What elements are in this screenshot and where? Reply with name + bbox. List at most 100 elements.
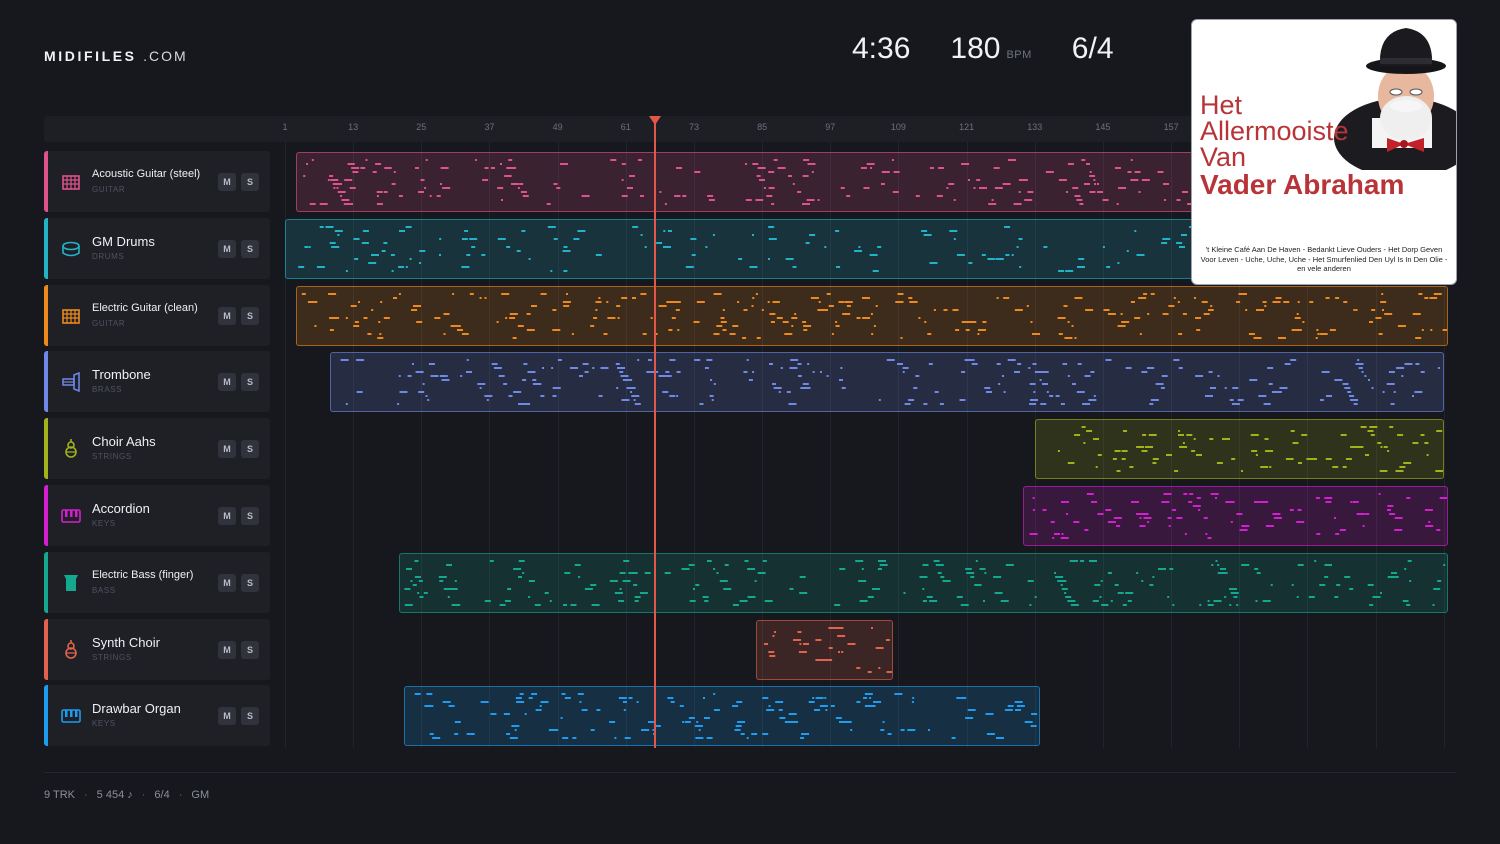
midi-note: [627, 187, 634, 189]
track-name: Choir Aahs: [92, 434, 156, 449]
solo-button[interactable]: S: [241, 173, 259, 191]
ruler-tick-label: 73: [688, 122, 699, 132]
midi-note: [1129, 466, 1134, 468]
solo-button[interactable]: S: [241, 641, 259, 659]
midi-note: [566, 293, 569, 295]
midi-note: [973, 584, 980, 586]
solo-button[interactable]: S: [241, 240, 259, 258]
midi-note: [434, 317, 441, 319]
track-header[interactable]: GM Drums DRUMS M S: [44, 218, 270, 279]
midi-note: [789, 588, 794, 590]
midi-note: [825, 709, 828, 711]
midi-note: [1000, 600, 1009, 602]
track-header[interactable]: Electric Bass (finger) BASS M S: [44, 552, 270, 613]
mute-button[interactable]: M: [218, 707, 236, 725]
midi-note: [1216, 564, 1219, 566]
midi-clip[interactable]: [1023, 486, 1448, 546]
midi-note: [751, 305, 754, 307]
midi-note: [553, 387, 562, 389]
mute-button[interactable]: M: [218, 440, 236, 458]
midi-note: [894, 693, 903, 695]
midi-note: [363, 317, 368, 319]
midi-note: [636, 701, 639, 703]
midi-note: [779, 391, 782, 393]
midi-clip[interactable]: [756, 620, 893, 680]
midi-note: [695, 737, 704, 739]
midi-note: [341, 359, 350, 361]
midi-note: [1164, 199, 1167, 201]
midi-note: [423, 383, 426, 385]
track-color-stripe: [44, 552, 48, 613]
midi-note: [762, 560, 767, 562]
midi-note: [563, 270, 568, 272]
track-header[interactable]: Accordion KEYS M S: [44, 485, 270, 546]
midi-note: [1402, 462, 1411, 464]
midi-note: [1213, 600, 1222, 602]
mute-button[interactable]: M: [218, 507, 236, 525]
midi-note: [803, 329, 808, 331]
track-header[interactable]: Acoustic Guitar (steel) GUITAR M S: [44, 151, 270, 212]
mute-button[interactable]: M: [218, 307, 236, 325]
midi-note: [1371, 309, 1376, 311]
mute-button[interactable]: M: [218, 641, 236, 659]
solo-button[interactable]: S: [241, 373, 259, 391]
midi-note: [506, 733, 511, 735]
playhead-marker-icon[interactable]: [649, 116, 661, 125]
midi-clip[interactable]: [398, 553, 1448, 613]
midi-note: [1079, 203, 1084, 205]
midi-note: [747, 596, 756, 598]
playhead[interactable]: [654, 116, 656, 748]
midi-note: [1144, 446, 1153, 448]
track-header[interactable]: Choir Aahs STRINGS M S: [44, 418, 270, 479]
midi-clip[interactable]: [296, 286, 1448, 346]
midi-note: [484, 600, 491, 602]
midi-note: [956, 697, 961, 699]
midi-note: [624, 379, 633, 381]
midi-clip[interactable]: [404, 686, 1041, 746]
site-logo[interactable]: MIDIFILES .COM: [44, 48, 188, 64]
midi-note: [577, 230, 586, 232]
mute-button[interactable]: M: [218, 173, 236, 191]
solo-button[interactable]: S: [241, 574, 259, 592]
midi-note: [929, 262, 938, 264]
track-header[interactable]: Synth Choir STRINGS M S: [44, 619, 270, 680]
midi-note: [362, 230, 369, 232]
midi-note: [1054, 576, 1063, 578]
midi-note: [1296, 521, 1305, 523]
midi-note: [1435, 470, 1442, 472]
mute-button[interactable]: M: [218, 574, 236, 592]
midi-note: [1183, 493, 1188, 495]
midi-note: [1378, 493, 1381, 495]
midi-note: [886, 639, 891, 641]
mute-button[interactable]: M: [218, 373, 236, 391]
solo-button[interactable]: S: [241, 307, 259, 325]
midi-note: [720, 317, 725, 319]
midi-note: [887, 359, 896, 361]
track-header[interactable]: Trombone BRASS M S: [44, 351, 270, 412]
mute-button[interactable]: M: [218, 240, 236, 258]
midi-note: [744, 560, 749, 562]
solo-button[interactable]: S: [241, 440, 259, 458]
midi-note: [1186, 434, 1193, 436]
midi-clip[interactable]: [330, 352, 1444, 412]
midi-note: [1178, 333, 1183, 335]
ruler-tick-label: 121: [959, 122, 975, 132]
midi-note: [1086, 163, 1091, 165]
solo-button[interactable]: S: [241, 507, 259, 525]
track-header[interactable]: Electric Guitar (clean) GUITAR M S: [44, 285, 270, 346]
midi-note: [712, 234, 715, 236]
midi-note: [1131, 301, 1136, 303]
midi-note: [709, 199, 716, 201]
midi-note: [1101, 191, 1104, 193]
midi-clip[interactable]: [1034, 419, 1444, 479]
midi-note: [973, 359, 976, 361]
midi-note: [1254, 501, 1261, 503]
midi-note: [940, 403, 945, 405]
solo-button[interactable]: S: [241, 707, 259, 725]
midi-note: [682, 195, 687, 197]
track-header[interactable]: Drawbar Organ KEYS M S: [44, 685, 270, 746]
midi-note: [622, 163, 627, 165]
midi-note: [846, 195, 851, 197]
midi-note: [752, 297, 755, 299]
track-color-stripe: [44, 285, 48, 346]
